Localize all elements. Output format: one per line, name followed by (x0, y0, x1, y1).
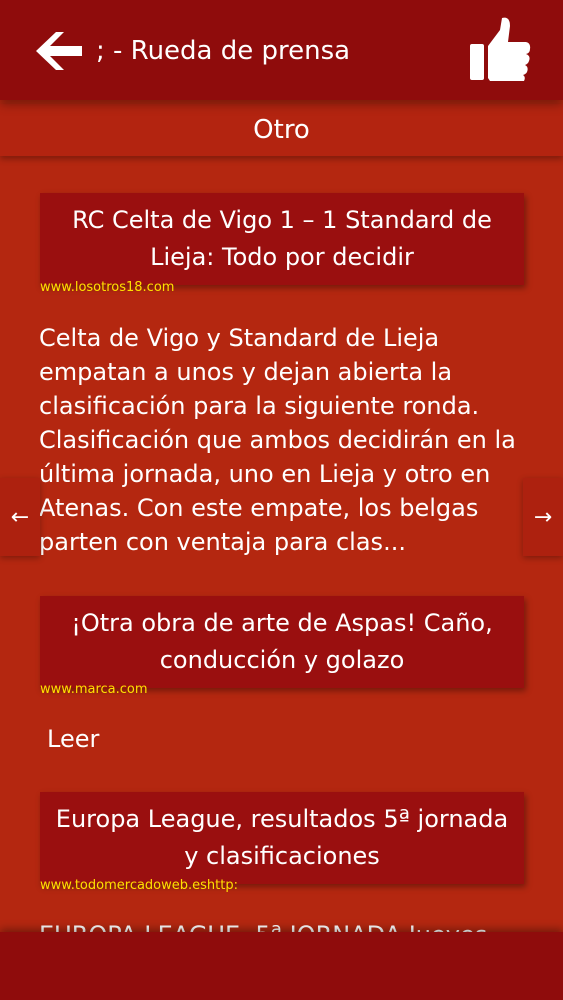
arrow-left-icon (36, 32, 82, 70)
category-tab[interactable]: Otro (0, 104, 563, 156)
article-title[interactable]: ¡Otra obra de arte de Aspas! Caño, condu… (40, 596, 524, 688)
bottom-bar (0, 932, 563, 1000)
page-title: ; - Rueda de prensa (96, 36, 351, 66)
thumbs-up-icon (470, 17, 531, 82)
article-snippet: Celta de Vigo y Standard de Lieja empata… (39, 324, 516, 556)
top-bar: ; - Rueda de prensa (0, 0, 563, 100)
like-button[interactable] (468, 16, 532, 82)
next-button[interactable]: → (523, 478, 563, 556)
back-button[interactable] (34, 28, 86, 74)
read-link[interactable]: Leer (47, 722, 537, 756)
article-title[interactable]: RC Celta de Vigo 1 – 1 Standard de Lieja… (40, 193, 524, 285)
article-source[interactable]: www.todomercadoweb.eshttp: (40, 878, 238, 894)
article-title[interactable]: Europa League, resultados 5ª jornada y c… (40, 792, 524, 884)
arrow-right-icon: → (533, 504, 553, 530)
article-source[interactable]: www.marca.com (40, 682, 148, 698)
article-source[interactable]: www.losotros18.com (40, 280, 174, 296)
arrow-left-icon: ← (10, 504, 30, 530)
previous-button[interactable]: ← (0, 478, 40, 556)
